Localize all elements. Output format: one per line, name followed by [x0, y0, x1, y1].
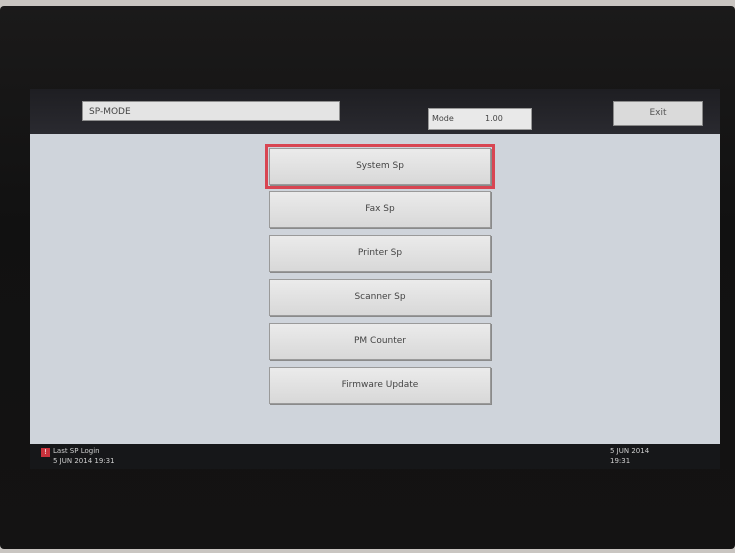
- fax-sp-button[interactable]: Fax Sp: [269, 191, 491, 228]
- last-login-label: Last SP Login: [53, 447, 100, 455]
- touch-screen: SP-MODE Mode 1.00 Exit System Sp Fax Sp …: [30, 89, 720, 469]
- exit-button[interactable]: Exit: [613, 101, 703, 126]
- header-bar: SP-MODE Mode 1.00 Exit: [30, 89, 720, 134]
- status-time: 19:31: [610, 457, 631, 465]
- pm-counter-button[interactable]: PM Counter: [269, 323, 491, 360]
- mode-indicator: Mode 1.00: [428, 108, 532, 130]
- menu-area: System Sp Fax Sp Printer Sp Scanner Sp P…: [30, 134, 720, 444]
- firmware-update-button[interactable]: Firmware Update: [269, 367, 491, 404]
- last-login-time: 5 JUN 2014 19:31: [53, 457, 115, 465]
- sp-mode-field[interactable]: SP-MODE: [82, 101, 340, 121]
- status-date: 5 JUN 2014: [610, 447, 650, 455]
- system-sp-button[interactable]: System Sp: [265, 144, 495, 189]
- alert-icon[interactable]: !: [41, 448, 50, 457]
- mode-label: Mode: [432, 114, 454, 123]
- mode-value: 1.00: [485, 114, 503, 123]
- scanner-sp-button[interactable]: Scanner Sp: [269, 279, 491, 316]
- printer-sp-button[interactable]: Printer Sp: [269, 235, 491, 272]
- status-bar: ! Last SP Login 5 JUN 2014 19:31 5 JUN 2…: [30, 444, 720, 469]
